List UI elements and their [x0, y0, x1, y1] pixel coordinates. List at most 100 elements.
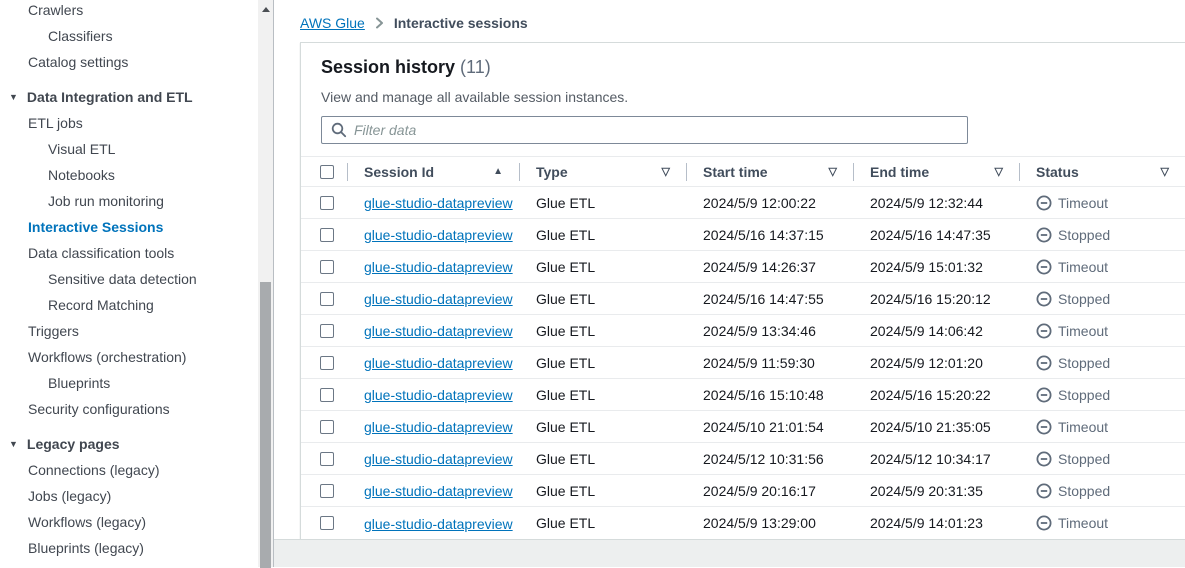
- row-checkbox[interactable]: [320, 483, 334, 498]
- row-checkbox[interactable]: [320, 451, 334, 466]
- row-checkbox[interactable]: [320, 419, 334, 434]
- start-time-cell: 2024/5/16 14:37:15: [703, 226, 824, 243]
- session-id-link[interactable]: glue-studio-datapreview: [364, 195, 513, 211]
- sort-ascending-icon[interactable]: ▲: [493, 166, 503, 177]
- session-id-link[interactable]: glue-studio-datapreview: [364, 387, 513, 403]
- row-checkbox[interactable]: [320, 355, 334, 370]
- row-checkbox[interactable]: [320, 323, 334, 338]
- sidebar-item-notebooks[interactable]: Notebooks: [0, 162, 258, 188]
- sidebar-item-jobs-legacy[interactable]: Jobs (legacy): [0, 483, 258, 509]
- row-checkbox[interactable]: [320, 291, 334, 306]
- status-cell: Timeout: [1019, 323, 1185, 339]
- status-cell: Timeout: [1019, 195, 1185, 211]
- sidebar-item-crawlers[interactable]: Crawlers: [0, 0, 258, 23]
- column-filter-icon[interactable]: ▽: [1161, 165, 1169, 178]
- status-minus-circle-icon: [1036, 355, 1052, 371]
- table-row: glue-studio-datapreview Glue ETL 2024/5/…: [301, 251, 1185, 283]
- sidebar-item-data-classification-tools[interactable]: Data classification tools: [0, 240, 258, 266]
- end-time-cell: 2024/5/9 20:31:35: [870, 482, 983, 499]
- table-row: glue-studio-datapreview Glue ETL 2024/5/…: [301, 347, 1185, 379]
- table-body: glue-studio-datapreview Glue ETL 2024/5/…: [301, 187, 1185, 539]
- start-time-cell: 2024/5/9 13:29:00: [703, 515, 816, 531]
- status-label: Stopped: [1058, 482, 1111, 499]
- column-filter-icon[interactable]: ▽: [829, 165, 837, 178]
- end-time-cell: 2024/5/10 21:35:05: [870, 418, 991, 435]
- table-header-row: Session Id ▲ Type ▽ Start time ▽ End tim…: [301, 157, 1185, 187]
- section-caret-icon: ▼: [9, 92, 18, 102]
- status-label: Stopped: [1058, 226, 1111, 243]
- sidebar-scrollbar[interactable]: [258, 0, 274, 568]
- sidebar-item-classifiers[interactable]: Classifiers: [0, 23, 258, 49]
- breadcrumb-link-aws-glue[interactable]: AWS Glue: [300, 15, 365, 31]
- status-label: Timeout: [1058, 515, 1109, 531]
- row-checkbox[interactable]: [320, 195, 334, 210]
- sidebar-item-connections-legacy[interactable]: Connections (legacy): [0, 457, 258, 483]
- scrollbar-thumb[interactable]: [260, 282, 271, 568]
- sidebar-item-security-configurations[interactable]: Security configurations: [0, 396, 258, 422]
- sidebar-item-triggers[interactable]: Triggers: [0, 318, 258, 344]
- select-all-checkbox[interactable]: [320, 164, 334, 179]
- sidebar-item-interactive-sessions[interactable]: Interactive Sessions: [0, 214, 258, 240]
- session-id-link[interactable]: glue-studio-datapreview: [364, 227, 513, 243]
- start-time-cell: 2024/5/10 21:01:54: [703, 418, 824, 435]
- end-time-cell: 2024/5/9 15:01:32: [870, 258, 983, 275]
- status-cell: Stopped: [1019, 291, 1185, 307]
- session-table: Session Id ▲ Type ▽ Start time ▽ End tim…: [301, 156, 1185, 539]
- filter-input[interactable]: [354, 117, 967, 143]
- filter-box[interactable]: [321, 116, 968, 144]
- end-time-cell: 2024/5/12 10:34:17: [870, 450, 991, 467]
- table-row: glue-studio-datapreview Glue ETL 2024/5/…: [301, 443, 1185, 475]
- sidebar-section-label: Data Integration and ETL: [26, 89, 193, 105]
- column-header-status[interactable]: Status ▽: [1019, 157, 1185, 186]
- session-id-link[interactable]: glue-studio-datapreview: [364, 483, 513, 499]
- sidebar-item-catalog-settings[interactable]: Catalog settings: [0, 49, 258, 75]
- session-id-link[interactable]: glue-studio-datapreview: [364, 451, 513, 467]
- session-id-link[interactable]: glue-studio-datapreview: [364, 355, 513, 371]
- column-filter-icon[interactable]: ▽: [662, 165, 670, 178]
- column-filter-icon[interactable]: ▽: [995, 165, 1003, 178]
- scroll-up-button[interactable]: [258, 2, 273, 16]
- type-cell: Glue ETL: [536, 354, 596, 371]
- row-checkbox[interactable]: [320, 227, 334, 242]
- column-header-type[interactable]: Type ▽: [519, 157, 686, 186]
- sidebar-item-job-run-monitoring[interactable]: Job run monitoring: [0, 188, 258, 214]
- sidebar-section-header[interactable]: ▼ Legacy pages: [0, 431, 258, 457]
- table-row: glue-studio-datapreview Glue ETL 2024/5/…: [301, 411, 1185, 443]
- column-header-end-time[interactable]: End time ▽: [853, 157, 1019, 186]
- sidebar-item-workflows-orchestration[interactable]: Workflows (orchestration): [0, 344, 258, 370]
- status-cell: Stopped: [1019, 355, 1185, 371]
- session-id-link[interactable]: glue-studio-datapreview: [364, 291, 513, 307]
- session-id-link[interactable]: glue-studio-datapreview: [364, 516, 513, 532]
- sidebar-item-blueprints[interactable]: Blueprints: [0, 370, 258, 396]
- table-row: glue-studio-datapreview Glue ETL 2024/5/…: [301, 283, 1185, 315]
- status-label: Timeout: [1058, 258, 1109, 275]
- sidebar-item-workflows-legacy[interactable]: Workflows (legacy): [0, 509, 258, 535]
- session-id-link[interactable]: glue-studio-datapreview: [364, 323, 513, 339]
- main-content: AWS Glue Interactive sessions Session hi…: [274, 0, 1185, 567]
- sidebar-item-sensitive-data-detection[interactable]: Sensitive data detection: [0, 266, 258, 292]
- sidebar-item-visual-etl[interactable]: Visual ETL: [0, 136, 258, 162]
- sidebar-item-blueprints-legacy[interactable]: Blueprints (legacy): [0, 535, 258, 561]
- start-time-cell: 2024/5/16 14:47:55: [703, 290, 824, 307]
- status-label: Stopped: [1058, 386, 1111, 403]
- status-label: Timeout: [1058, 322, 1109, 339]
- end-time-cell: 2024/5/16 15:20:22: [870, 386, 991, 403]
- sidebar-section-header[interactable]: ▼ Data Integration and ETL: [0, 84, 258, 110]
- sidebar-item-etl-jobs[interactable]: ETL jobs: [0, 110, 258, 136]
- row-checkbox[interactable]: [320, 387, 334, 402]
- row-checkbox[interactable]: [320, 516, 334, 530]
- sidebar-item-record-matching[interactable]: Record Matching: [0, 292, 258, 318]
- type-cell: Glue ETL: [536, 515, 596, 531]
- end-time-cell: 2024/5/9 14:06:42: [870, 322, 983, 339]
- status-minus-circle-icon: [1036, 451, 1052, 467]
- status-minus-circle-icon: [1036, 387, 1052, 403]
- session-id-link[interactable]: glue-studio-datapreview: [364, 419, 513, 435]
- column-header-session-id[interactable]: Session Id ▲: [347, 157, 519, 186]
- end-time-cell: 2024/5/9 14:01:23: [870, 515, 983, 531]
- session-id-link[interactable]: glue-studio-datapreview: [364, 259, 513, 275]
- app-window: Crawlers Classifiers Catalog settings ▼ Da…: [0, 0, 1185, 568]
- column-header-start-time[interactable]: Start time ▽: [686, 157, 853, 186]
- row-checkbox[interactable]: [320, 259, 334, 274]
- page-background: [274, 539, 1185, 567]
- session-count-badge: (11): [460, 57, 491, 77]
